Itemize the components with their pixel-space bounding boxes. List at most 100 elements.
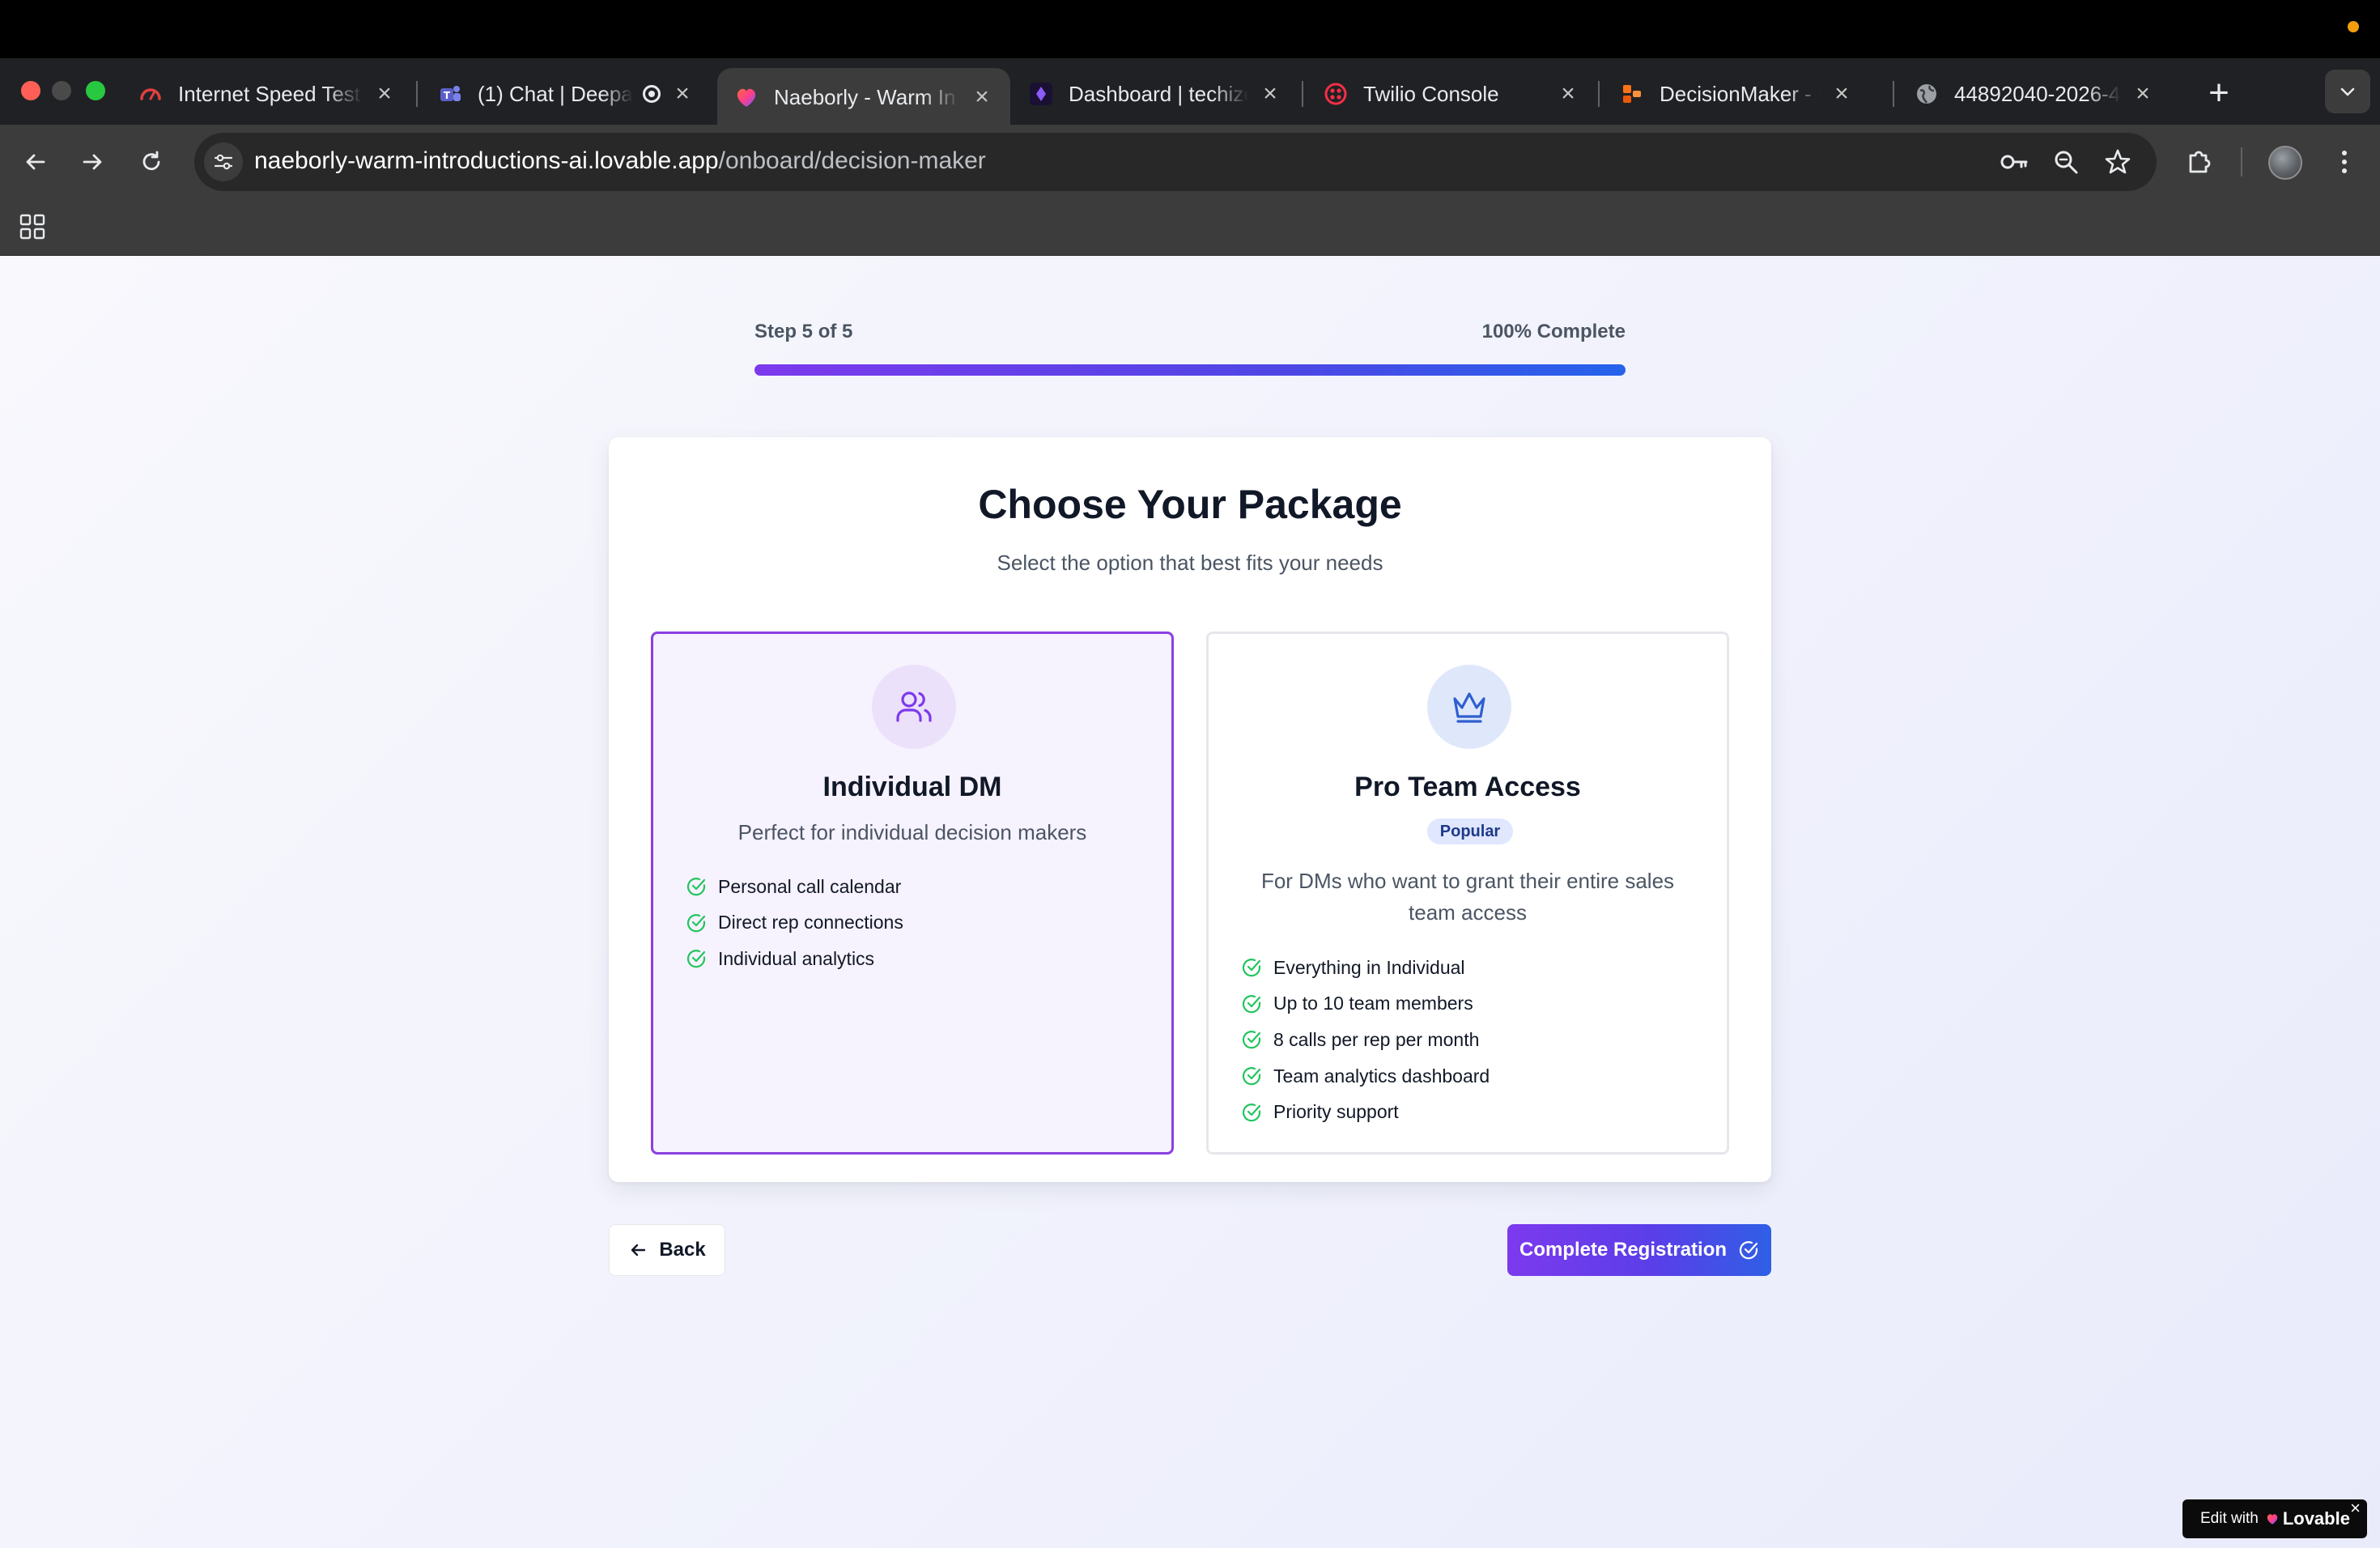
password-key-button[interactable] (1998, 146, 2030, 178)
tab-title: Internet Speed Test (178, 81, 361, 106)
feature-label: Up to 10 team members (1273, 993, 1473, 1014)
arrow-left-icon (26, 154, 45, 170)
complete-registration-button[interactable]: Complete Registration (1507, 1224, 1771, 1276)
browser-menu-button[interactable] (2325, 142, 2364, 181)
back-button-label: Back (659, 1239, 706, 1261)
new-tab-button[interactable]: + (2199, 73, 2239, 113)
feature-item: Personal call calendar (686, 869, 903, 905)
complete-button-label: Complete Registration (1519, 1239, 1728, 1261)
feature-label: 8 calls per rep per month (1273, 1028, 1480, 1050)
package-name: Pro Team Access (1354, 772, 1581, 802)
url-text[interactable]: naeborly-warm-introductions-ai.lovable.a… (254, 147, 986, 175)
tab-internet-speed-test[interactable]: Internet Speed Test × (121, 70, 413, 118)
back-button[interactable]: Back (609, 1224, 725, 1276)
tab-uuid-page[interactable]: 44892040-2026-4 × (1898, 70, 2171, 118)
feature-item: Direct rep connections (686, 905, 903, 942)
key-icon (2000, 155, 2028, 169)
zoom-button[interactable] (2050, 146, 2082, 178)
extensions-button[interactable] (2179, 142, 2218, 181)
package-description: For DMs who want to grant their entire s… (1260, 869, 1675, 925)
dashboard-app-icon (1028, 81, 1054, 107)
teams-icon: T (437, 81, 463, 107)
more-vertical-icon (2342, 151, 2347, 173)
site-info-button[interactable] (204, 142, 243, 181)
puzzle-icon (2189, 151, 2211, 173)
close-icon[interactable]: × (670, 80, 695, 108)
apps-button[interactable] (18, 212, 47, 241)
check-circle-icon (1739, 1241, 1758, 1260)
package-name: Individual DM (822, 772, 1002, 802)
package-icon-badge (1427, 665, 1511, 749)
feature-item: Priority support (1241, 1094, 1490, 1130)
twilio-icon (1323, 81, 1349, 107)
tab-dashboard[interactable]: Dashboard | techize × (1012, 70, 1298, 118)
arrow-right-icon (83, 154, 102, 170)
close-icon[interactable]: × (372, 80, 397, 108)
close-icon[interactable]: × (2131, 80, 2155, 108)
tune-icon (214, 154, 233, 170)
recording-icon (643, 85, 661, 103)
window-zoom-button[interactable] (86, 81, 105, 100)
close-icon[interactable]: × (970, 83, 994, 111)
reload-button[interactable] (134, 144, 169, 180)
feature-label: Individual analytics (718, 947, 875, 969)
profile-avatar[interactable] (2268, 146, 2302, 180)
window-minimize-button[interactable] (52, 81, 71, 100)
edit-with-lovable-badge[interactable]: Edit with Lovable × (2182, 1498, 2367, 1538)
feature-label: Everything in Individual (1273, 956, 1465, 978)
back-nav-button[interactable] (18, 144, 53, 180)
feature-list: Everything in Individual Up to 10 team m… (1241, 950, 1490, 1130)
bookmarks-bar (0, 199, 2380, 256)
close-icon[interactable]: × (2350, 1498, 2361, 1519)
close-icon[interactable]: × (1830, 80, 1854, 108)
tab-title: 44892040-2026-4 (1954, 81, 2121, 106)
package-option-pro-team-access[interactable]: Pro Team Access Popular For DMs who want… (1206, 632, 1729, 1155)
feature-label: Priority support (1273, 1101, 1399, 1123)
check-circle-icon (686, 912, 707, 933)
apps-grid-icon (19, 214, 45, 240)
check-circle-icon (1241, 1029, 1262, 1050)
tab-decisionmaker[interactable]: DecisionMaker - Re × (1603, 70, 1870, 118)
package-description: Perfect for individual decision makers (737, 820, 1087, 844)
close-icon[interactable]: × (1556, 80, 1580, 108)
percent-complete-label: 100% Complete (1481, 321, 1626, 342)
url-path: /onboard/decision-maker (718, 147, 986, 174)
tab-title: Naeborly - Warm In (774, 84, 956, 109)
menu-bar (0, 0, 2380, 58)
users-icon (896, 691, 932, 722)
svg-text:T: T (444, 90, 451, 101)
page-title: Choose Your Package (978, 482, 1402, 527)
globe-icon (1914, 81, 1940, 107)
zoom-icon (2055, 151, 2078, 174)
tab-separator (1302, 81, 1303, 107)
tab-search-button[interactable] (2325, 70, 2370, 113)
feature-item: Individual analytics (686, 941, 903, 977)
tab-title: Twilio Console (1363, 81, 1499, 106)
check-circle-icon (1241, 1065, 1262, 1087)
chevron-down-icon (2340, 87, 2355, 96)
tab-title: Dashboard | techize (1069, 81, 1248, 106)
lovable-heart-icon (733, 84, 759, 110)
tab-separator (1598, 81, 1600, 107)
page-viewport: Step 5 of 5 100% Complete Choose Your Pa… (0, 256, 2380, 1548)
forward-nav-button[interactable] (74, 144, 110, 180)
tab-naeborly[interactable]: Naeborly - Warm In × (717, 68, 1010, 126)
feature-item: 8 calls per rep per month (1241, 1022, 1490, 1058)
bookmark-star-button[interactable] (2102, 146, 2134, 178)
check-circle-icon (1241, 1102, 1262, 1123)
step-label: Step 5 of 5 (754, 321, 853, 342)
lovable-brand-name: Lovable (2282, 1508, 2350, 1529)
feature-label: Direct rep connections (718, 912, 903, 933)
check-circle-icon (1241, 993, 1262, 1014)
window-close-button[interactable] (21, 81, 40, 100)
star-icon (2105, 149, 2131, 174)
package-option-individual-dm[interactable]: Individual DM Perfect for individual dec… (651, 632, 1174, 1155)
close-icon[interactable]: × (1258, 80, 1282, 108)
feature-item: Team analytics dashboard (1241, 1058, 1490, 1095)
feature-list: Personal call calendar Direct rep connec… (686, 869, 903, 977)
tab-chat[interactable]: T (1) Chat | Deepa × (421, 70, 711, 118)
tab-twilio-console[interactable]: Twilio Console × (1307, 70, 1596, 118)
check-circle-icon (686, 876, 707, 897)
package-card: Choose Your Package Select the option th… (609, 437, 1771, 1182)
progress-fill (754, 364, 1626, 376)
